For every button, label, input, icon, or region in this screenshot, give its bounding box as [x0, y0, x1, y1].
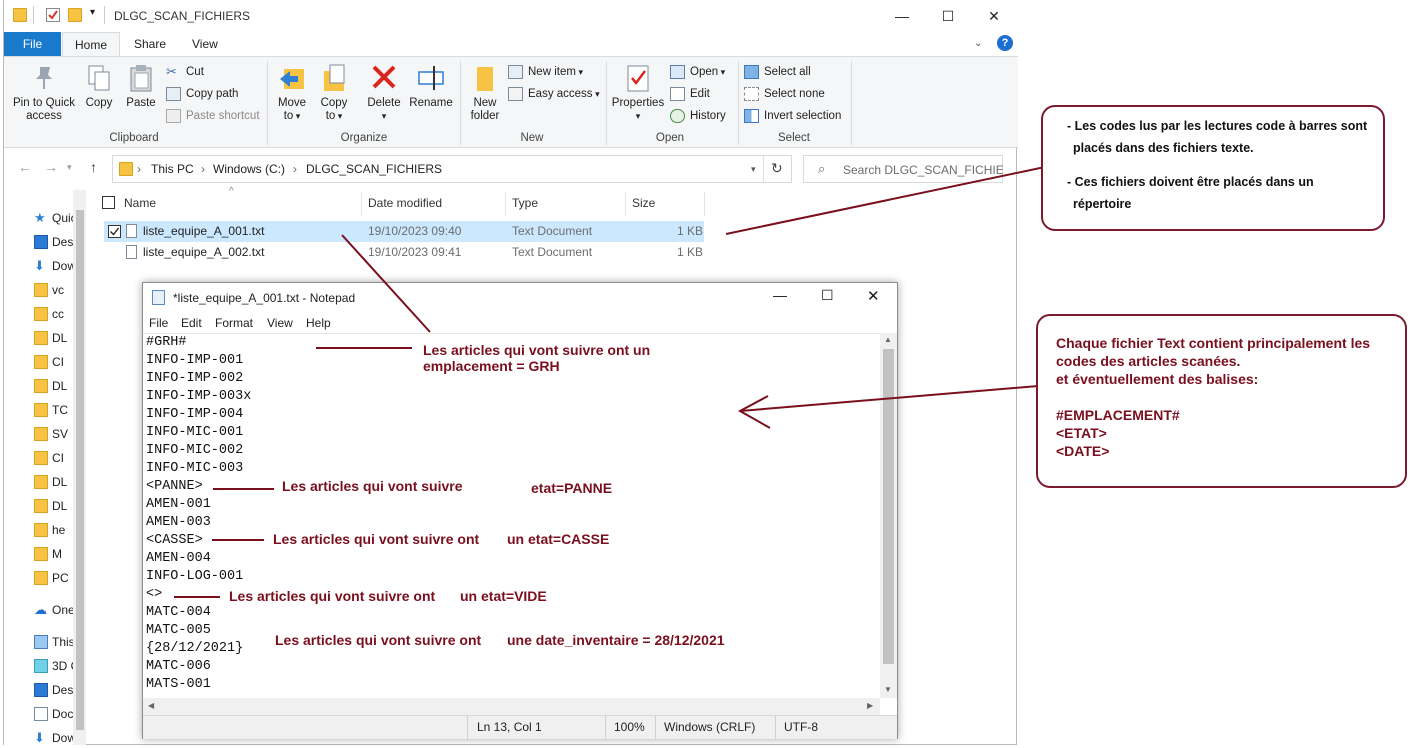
- annotation-casse-b: un etat=CASSE: [507, 531, 610, 547]
- callout2-line2: codes des articles scanées.: [1056, 353, 1241, 369]
- annotation-casse-a: Les articles qui vont suivre ont: [273, 531, 480, 547]
- annotation-grh-line1: Les articles qui vont suivre ont un: [423, 342, 651, 358]
- annotation-date-b: une date_inventaire = 28/12/2021: [507, 632, 725, 648]
- callout-box-files: - Les codes lus par les lectures code à …: [1041, 105, 1385, 231]
- annotation-vide-a: Les articles qui vont suivre ont: [229, 588, 436, 604]
- callout2-connector: [739, 385, 1039, 412]
- callout1-connector: [725, 166, 1046, 235]
- callout1-line2: placés dans des fichiers texte.: [1073, 141, 1254, 155]
- callout2-line3: et éventuellement des balises:: [1056, 371, 1259, 387]
- callout1-line1: - Les codes lus par les lectures code à …: [1067, 119, 1368, 133]
- callout2-arrowhead: [737, 395, 771, 429]
- callout1-line3: - Ces fichiers doivent être placés dans …: [1067, 175, 1314, 189]
- annotation-panne-b: etat=PANNE: [531, 480, 613, 496]
- callout1-line4: répertoire: [1073, 197, 1132, 211]
- callout2-line6: <DATE>: [1056, 443, 1110, 459]
- annotation-panne-a: Les articles qui vont suivre: [282, 478, 463, 494]
- callout-box-content: Chaque fichier Text contient principalem…: [1036, 314, 1407, 488]
- callout2-line4: #EMPLACEMENT#: [1056, 407, 1180, 423]
- callout2-line5: <ETAT>: [1056, 425, 1107, 441]
- annotation-vide-b: un etat=VIDE: [460, 588, 547, 604]
- file-to-notepad-connector: [341, 234, 431, 333]
- annotation-date-a: Les articles qui vont suivre ont: [275, 632, 482, 648]
- callout2-line1: Chaque fichier Text contient principalem…: [1056, 335, 1371, 351]
- annotation-grh-line2: emplacement = GRH: [423, 358, 560, 374]
